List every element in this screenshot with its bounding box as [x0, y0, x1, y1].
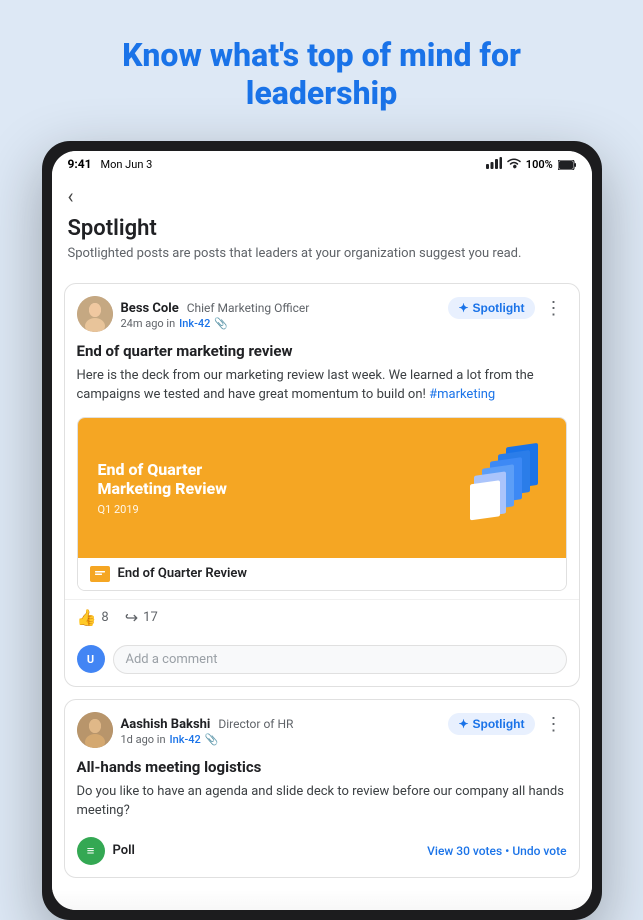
device-screen: 9:41 Mon Jun 3 100% ‹ [52, 151, 592, 910]
author-title-1: Chief Marketing Officer [187, 301, 310, 315]
nav-bar: ‹ [52, 176, 592, 212]
poll-action[interactable]: View 30 votes • Undo vote [427, 844, 566, 858]
post-title-1: End of quarter marketing review [65, 338, 579, 366]
status-time: 9:41 Mon Jun 3 [68, 157, 153, 171]
signal-icon [486, 157, 502, 172]
media-graphic [466, 443, 546, 533]
media-card-1[interactable]: End of QuarterMarketing Review Q1 2019 [77, 417, 567, 591]
post-reactions-1: 👍 8 ↪ 17 [65, 599, 579, 637]
commenter-avatar-1: U [77, 645, 105, 673]
comment-section-1: U Add a comment [65, 637, 579, 686]
spotlight-button-1[interactable]: ✦ Spotlight [448, 297, 534, 319]
page-subtitle: Spotlighted posts are posts that leaders… [52, 245, 592, 275]
spotlight-button-2[interactable]: ✦ Spotlight [448, 713, 534, 735]
status-icons: 100% [486, 157, 576, 172]
post-body-2: Do you like to have an agenda and slide … [65, 782, 579, 829]
poll-icon: ≡ [77, 837, 105, 865]
attachment-icon: 📎 [214, 317, 228, 330]
media-footer-1: End of Quarter Review [78, 558, 566, 590]
device-frame: 9:41 Mon Jun 3 100% ‹ [42, 141, 602, 920]
spotlight-star-icon: ✦ [458, 301, 468, 315]
attachment-icon-2: 📎 [205, 733, 219, 746]
post-actions-1: ✦ Spotlight ⋮ [448, 296, 566, 321]
avatar-aashish [77, 712, 113, 748]
media-text-1: End of QuarterMarketing Review Q1 2019 [98, 460, 227, 515]
author-name-row-2: Aashish Bakshi Director of HR [121, 713, 294, 732]
more-options-button-2[interactable]: ⋮ [541, 712, 567, 737]
battery-icon: 100% [526, 158, 576, 171]
like-reaction-1[interactable]: 👍 8 [77, 608, 109, 627]
author-details-1: Bess Cole Chief Marketing Officer 24m ag… [121, 297, 310, 330]
post-title-2: All-hands meeting logistics [65, 754, 579, 782]
back-button[interactable]: ‹ [68, 184, 74, 208]
author-info-2: Aashish Bakshi Director of HR 1d ago in … [77, 712, 294, 748]
author-info-1: Bess Cole Chief Marketing Officer 24m ag… [77, 296, 310, 332]
wifi-icon [506, 157, 522, 172]
channel-link-2[interactable]: Ink-42 [170, 733, 201, 746]
channel-link-1[interactable]: Ink-42 [179, 317, 210, 330]
share-reaction-1[interactable]: ↪ 17 [125, 608, 158, 627]
poll-left: ≡ Poll [77, 837, 135, 865]
hashtag-marketing[interactable]: #marketing [429, 387, 495, 402]
comment-input-1[interactable]: Add a comment [113, 645, 567, 674]
media-link-label: End of Quarter Review [118, 566, 247, 581]
author-name-1: Bess Cole [121, 301, 179, 316]
likes-count-1: 8 [101, 610, 108, 625]
thumbs-up-icon: 👍 [77, 608, 97, 627]
post-meta-1: 24m ago in Ink-42 📎 [121, 317, 310, 330]
post-header-2: Aashish Bakshi Director of HR 1d ago in … [65, 700, 579, 754]
app-content: ‹ Spotlight Spotlighted posts are posts … [52, 176, 592, 910]
share-icon: ↪ [125, 608, 138, 627]
spotlight-star-icon-2: ✦ [458, 717, 468, 731]
doc-icon [90, 566, 110, 582]
post-header-1: Bess Cole Chief Marketing Officer 24m ag… [65, 284, 579, 338]
author-name-2: Aashish Bakshi [121, 717, 211, 732]
media-title-1: End of QuarterMarketing Review [98, 460, 227, 498]
avatar-bess [77, 296, 113, 332]
post-actions-2: ✦ Spotlight ⋮ [448, 712, 566, 737]
media-subtitle-1: Q1 2019 [98, 503, 227, 516]
post-card-1: Bess Cole Chief Marketing Officer 24m ag… [64, 283, 580, 687]
author-name-row-1: Bess Cole Chief Marketing Officer [121, 297, 310, 316]
shares-count-1: 17 [143, 610, 158, 625]
bottom-fade [52, 890, 592, 910]
poll-section: ≡ Poll View 30 votes • Undo vote [65, 829, 579, 877]
status-bar: 9:41 Mon Jun 3 100% [52, 151, 592, 176]
post-body-1: Here is the deck from our marketing revi… [65, 366, 579, 413]
poll-label: Poll [113, 843, 135, 858]
author-title-2: Director of HR [218, 717, 293, 731]
post-card-2: Aashish Bakshi Director of HR 1d ago in … [64, 699, 580, 878]
post-meta-2: 1d ago in Ink-42 📎 [121, 733, 294, 746]
author-details-2: Aashish Bakshi Director of HR 1d ago in … [121, 713, 294, 746]
more-options-button-1[interactable]: ⋮ [541, 296, 567, 321]
page-title: Spotlight [52, 212, 592, 245]
hero-title: Know what's top of mind for leadership [0, 0, 643, 141]
media-preview-1: End of QuarterMarketing Review Q1 2019 [78, 418, 566, 558]
